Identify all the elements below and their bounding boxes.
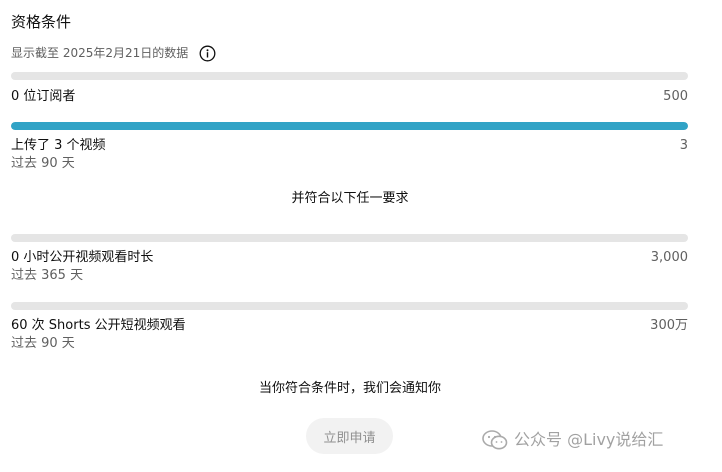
uploads-label: 上传了 3 个视频 <box>11 138 106 153</box>
watch-hours-label: 0 小时公开视频观看时长 <box>11 250 154 265</box>
shorts-views-label: 60 次 Shorts 公开短视频观看 <box>11 318 186 333</box>
subscribers-target: 500 <box>663 89 688 104</box>
info-icon[interactable] <box>199 45 216 62</box>
uploads-progress-bar <box>11 122 688 130</box>
watermark-text: 公众号 @Livy说给汇 <box>514 430 664 449</box>
data-date-note: 显示截至 2025年2月21日的数据 <box>11 46 189 60</box>
shorts-views-progress-bar <box>11 302 688 310</box>
eligibility-panel: 资格条件 显示截至 2025年2月21日的数据 0 位订阅者 500 上传了 3… <box>0 0 722 472</box>
uploads-period: 过去 90 天 <box>11 156 75 171</box>
subscribers-progress-bar <box>11 72 688 80</box>
watch-hours-target: 3,000 <box>650 250 688 265</box>
eligibility-notice: 当你符合条件时，我们会通知你 <box>258 381 441 396</box>
uploads-progress-fill <box>11 122 688 130</box>
section-title: 资格条件 <box>11 13 72 31</box>
watch-hours-period: 过去 365 天 <box>11 268 84 283</box>
shorts-views-period: 过去 90 天 <box>11 336 75 351</box>
apply-now-button[interactable]: 立即申请 <box>306 418 393 454</box>
watch-hours-progress-bar <box>11 234 688 242</box>
alternative-requirements-heading: 并符合以下任一要求 <box>291 191 409 206</box>
watermark: 公众号 @Livy说给汇 <box>482 428 663 452</box>
shorts-views-target: 300万 <box>650 318 688 333</box>
subscribers-label: 0 位订阅者 <box>11 89 76 104</box>
data-date-row: 显示截至 2025年2月21日的数据 <box>11 43 216 63</box>
uploads-target: 3 <box>679 138 688 153</box>
wechat-icon <box>482 430 508 450</box>
